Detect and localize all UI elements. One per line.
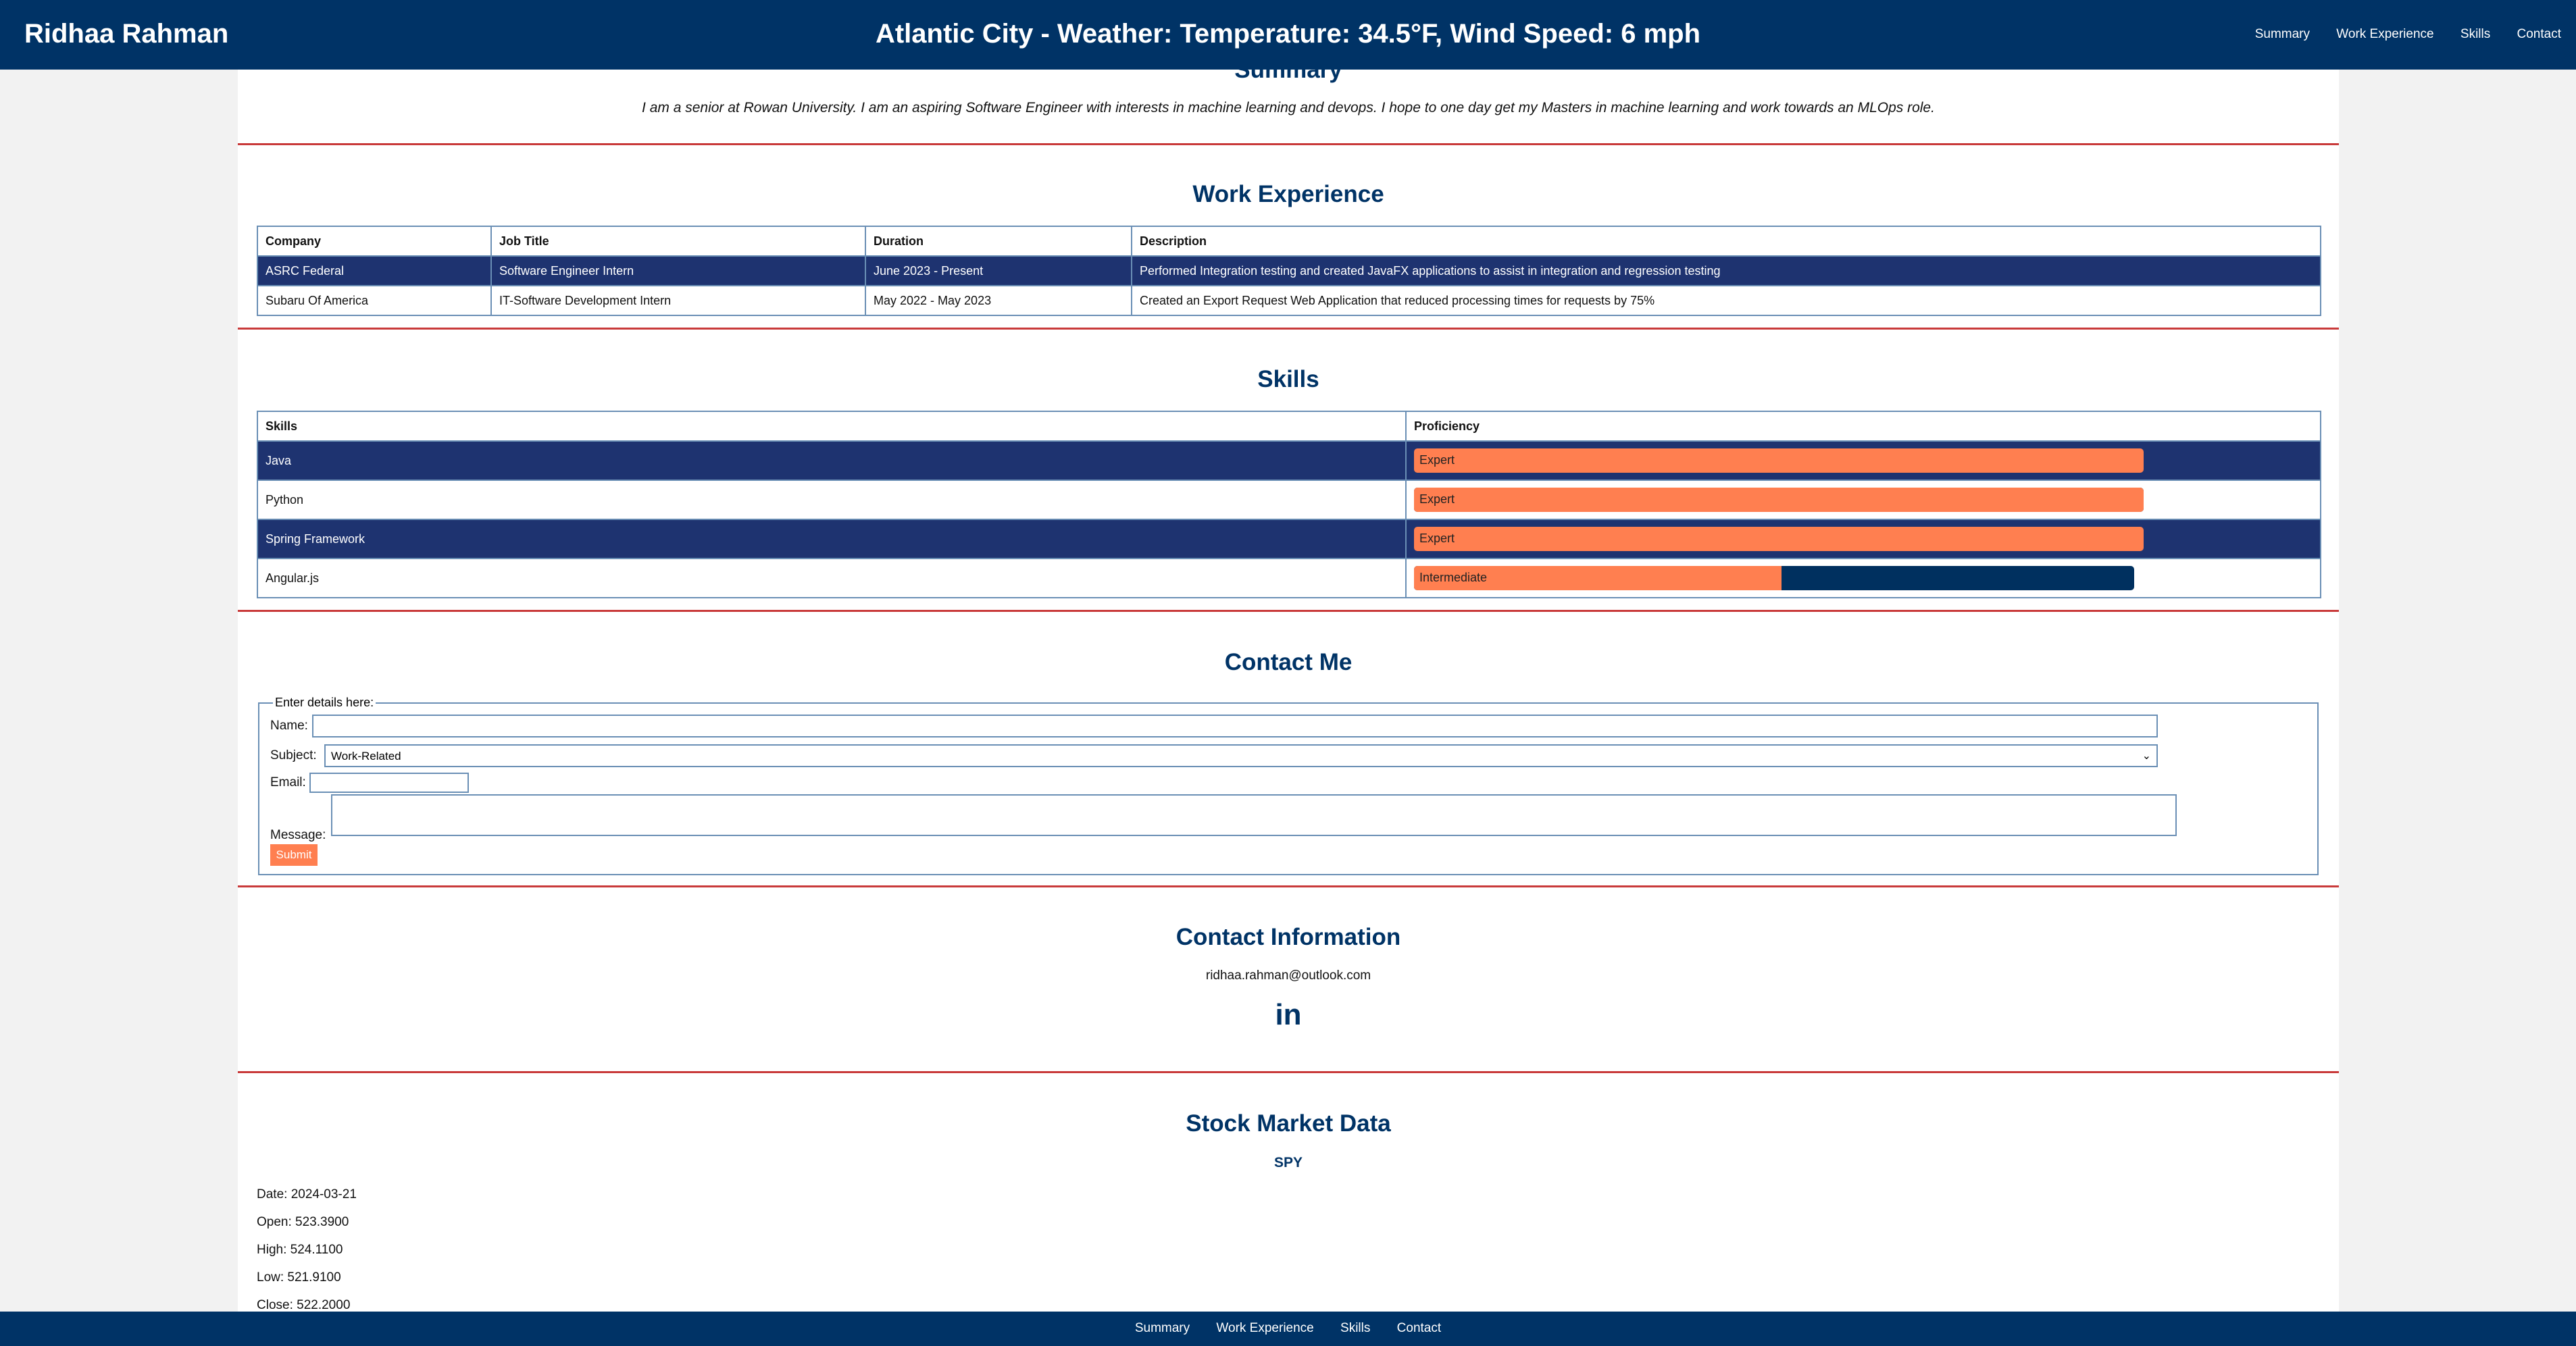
table-header-row: Skills Proficiency: [257, 411, 2321, 442]
cell-job-title: IT-Software Development Intern: [490, 285, 866, 316]
footer-bar: Summary Work Experience Skills Contact: [0, 1312, 2576, 1346]
footer-nav-contact[interactable]: Contact: [1397, 1321, 1441, 1335]
cell-duration: May 2022 - May 2023: [865, 285, 1132, 316]
col-company: Company: [257, 226, 492, 257]
proficiency-bar-fill: [1414, 527, 2144, 551]
proficiency-label: Expert: [1419, 453, 1455, 467]
proficiency-label: Expert: [1419, 492, 1455, 506]
name-field[interactable]: [312, 715, 2158, 737]
cell-description: Performed Integration testing and create…: [1131, 255, 2321, 286]
table-row: Python Expert: [257, 480, 2321, 520]
table-row: Java Expert: [257, 440, 2321, 481]
chevron-down-icon: ⌄: [2142, 750, 2151, 762]
subject-select[interactable]: Work-Related ⌄: [324, 744, 2158, 767]
cell-company: ASRC Federal: [257, 255, 492, 286]
contact-email[interactable]: ridhaa.rahman@outlook.com: [238, 968, 2339, 983]
footer-nav-summary[interactable]: Summary: [1135, 1321, 1190, 1335]
table-row: Spring Framework Expert: [257, 519, 2321, 559]
submit-button[interactable]: Submit: [270, 844, 318, 866]
nav-skills[interactable]: Skills: [2460, 27, 2490, 41]
proficiency-cell: Expert: [1405, 480, 2321, 520]
skill-name: Python: [257, 480, 1407, 520]
name-label: Name:: [270, 719, 308, 733]
subject-label: Subject:: [270, 748, 317, 762]
footer-nav-work-experience[interactable]: Work Experience: [1216, 1321, 1313, 1335]
stock-title: Stock Market Data: [1186, 1110, 1391, 1137]
message-textarea[interactable]: [331, 794, 2177, 836]
proficiency-label: Expert: [1419, 532, 1455, 545]
table-header-row: Company Job Title Duration Description: [257, 226, 2321, 257]
cell-description: Created an Export Request Web Applicatio…: [1131, 285, 2321, 316]
section-divider: [238, 610, 2339, 612]
work-experience-title: Work Experience: [1192, 181, 1384, 207]
cell-job-title: Software Engineer Intern: [490, 255, 866, 286]
nav-work-experience[interactable]: Work Experience: [2336, 27, 2433, 41]
main-content: Summary I am a senior at Rowan Universit…: [238, 0, 2339, 1346]
contact-fieldset: Enter details here: Name: Subject: Work-…: [258, 696, 2319, 875]
stock-close: Close: 522.2000: [257, 1298, 351, 1312]
skills-table: Skills Proficiency Java Expert Python Ex…: [257, 411, 2321, 598]
cell-duration: June 2023 - Present: [865, 255, 1132, 286]
stock-high: High: 524.1100: [257, 1243, 343, 1257]
cell-company: Subaru Of America: [257, 285, 492, 316]
proficiency-bar: Expert: [1414, 488, 2144, 512]
section-divider: [238, 328, 2339, 330]
stock-symbol: SPY: [1273, 1155, 1303, 1170]
proficiency-bar-fill: [1414, 488, 2144, 512]
contact-me-title: Contact Me: [1224, 649, 1353, 675]
table-row: ASRC Federal Software Engineer Intern Ju…: [257, 255, 2321, 286]
col-description: Description: [1131, 226, 2321, 257]
col-skills: Skills: [257, 411, 1407, 442]
skill-name: Angular.js: [257, 558, 1407, 598]
subject-selected-value: Work-Related: [331, 750, 401, 762]
contact-info-title: Contact Information: [1176, 924, 1401, 950]
skill-name: Spring Framework: [257, 519, 1407, 559]
col-job-title: Job Title: [490, 226, 866, 257]
skills-title: Skills: [1257, 366, 1319, 392]
section-divider: [238, 143, 2339, 145]
table-row: Angular.js Intermediate: [257, 558, 2321, 598]
header-bar: Ridhaa Rahman Atlantic City - Weather: T…: [0, 0, 2576, 70]
proficiency-cell: Intermediate: [1405, 558, 2321, 598]
stock-open: Open: 523.3900: [257, 1215, 349, 1229]
email-label: Email:: [270, 775, 306, 790]
linkedin-icon[interactable]: in: [238, 998, 2339, 1032]
summary-text: I am a senior at Rowan University. I am …: [642, 100, 1935, 115]
message-label: Message:: [270, 828, 326, 842]
section-divider: [238, 1071, 2339, 1073]
proficiency-cell: Expert: [1405, 519, 2321, 559]
section-divider: [238, 885, 2339, 887]
fieldset-legend: Enter details here:: [273, 696, 376, 710]
work-experience-table: Company Job Title Duration Description A…: [257, 226, 2321, 316]
col-duration: Duration: [865, 226, 1132, 257]
proficiency-bar: Intermediate: [1414, 566, 2134, 590]
weather-banner: Atlantic City - Weather: Temperature: 34…: [875, 19, 1701, 49]
stock-date: Date: 2024-03-21: [257, 1187, 357, 1201]
stock-low: Low: 521.9100: [257, 1270, 341, 1285]
col-proficiency: Proficiency: [1405, 411, 2321, 442]
footer-nav: Summary Work Experience Skills Contact: [0, 1321, 2576, 1336]
email-field[interactable]: [309, 773, 469, 793]
table-row: Subaru Of America IT-Software Developmen…: [257, 285, 2321, 316]
proficiency-cell: Expert: [1405, 440, 2321, 481]
proficiency-bar: Expert: [1414, 448, 2144, 473]
footer-nav-skills[interactable]: Skills: [1340, 1321, 1370, 1335]
proficiency-bar: Expert: [1414, 527, 2144, 551]
nav-contact[interactable]: Contact: [2517, 27, 2561, 41]
proficiency-label: Intermediate: [1419, 571, 1488, 584]
top-nav: Summary Work Experience Skills Contact: [2255, 27, 2561, 42]
skill-name: Java: [257, 440, 1407, 481]
nav-summary[interactable]: Summary: [2255, 27, 2310, 41]
proficiency-bar-fill: [1414, 448, 2144, 473]
